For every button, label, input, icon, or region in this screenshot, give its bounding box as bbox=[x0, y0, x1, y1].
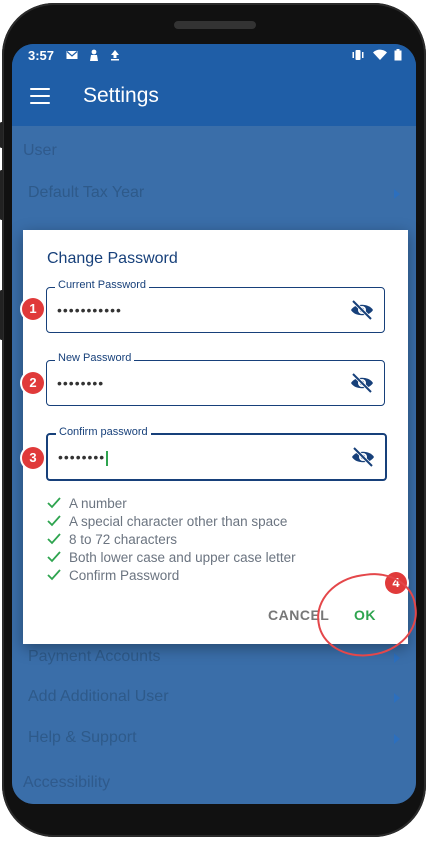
check-icon bbox=[47, 515, 61, 527]
password-requirements: A number A special character other than … bbox=[47, 494, 296, 584]
check-icon bbox=[47, 533, 61, 545]
settings-item-label: Help & Support bbox=[28, 729, 137, 746]
settings-item-label: Add Additional User bbox=[28, 688, 169, 705]
status-bar: 3:57 bbox=[12, 44, 416, 68]
settings-item-help-support[interactable]: Help & Support bbox=[12, 719, 416, 759]
field-label: New Password bbox=[55, 352, 135, 364]
chevron-right-icon bbox=[394, 693, 400, 703]
requirement-item: Both lower case and upper case letter bbox=[47, 548, 296, 566]
eye-off-icon[interactable] bbox=[350, 372, 374, 394]
settings-item-label: Default Tax Year bbox=[28, 184, 145, 201]
status-time: 3:57 bbox=[28, 48, 55, 63]
wifi-icon bbox=[373, 49, 387, 60]
confirm-password-field[interactable]: Confirm password •••••••• bbox=[46, 426, 387, 481]
menu-icon[interactable] bbox=[30, 88, 50, 104]
phone-speaker bbox=[174, 21, 256, 29]
vibrate-icon bbox=[352, 50, 364, 60]
annotation-badge: 2 bbox=[22, 372, 44, 394]
field-label: Confirm password bbox=[56, 426, 151, 438]
annotation-badge: 1 bbox=[22, 298, 44, 320]
dialog-title: Change Password bbox=[47, 250, 178, 267]
field-value: ••••••••••• bbox=[57, 302, 122, 318]
section-header-accessibility: Accessibility bbox=[23, 774, 111, 791]
requirement-item: A number bbox=[47, 494, 296, 512]
text-cursor bbox=[106, 450, 109, 466]
eye-off-icon[interactable] bbox=[350, 299, 374, 321]
chevron-right-icon bbox=[394, 734, 400, 744]
check-icon bbox=[47, 497, 61, 509]
mail-icon bbox=[66, 51, 78, 59]
chevron-right-icon bbox=[394, 189, 400, 199]
settings-item-add-additional-user[interactable]: Add Additional User bbox=[12, 678, 416, 718]
requirement-item: A special character other than space bbox=[47, 512, 296, 530]
check-icon bbox=[47, 569, 61, 581]
chevron-right-icon bbox=[394, 653, 400, 663]
requirement-item: 8 to 72 characters bbox=[47, 530, 296, 548]
requirement-item: Confirm Password bbox=[47, 566, 296, 584]
settings-item-label: Payment Accounts bbox=[28, 648, 161, 665]
field-value: •••••••• bbox=[58, 449, 109, 466]
person-icon bbox=[90, 49, 98, 61]
field-label: Current Password bbox=[55, 279, 150, 291]
current-password-field[interactable]: Current Password ••••••••••• bbox=[46, 279, 385, 333]
check-icon bbox=[47, 551, 61, 563]
new-password-field[interactable]: New Password •••••••• bbox=[46, 352, 385, 406]
section-header-user: User bbox=[23, 142, 57, 159]
eye-off-icon[interactable] bbox=[351, 446, 375, 468]
upload-icon bbox=[111, 50, 119, 61]
phone-button bbox=[0, 122, 3, 148]
battery-icon bbox=[394, 49, 402, 61]
phone-button bbox=[0, 170, 3, 220]
page-title: Settings bbox=[83, 84, 159, 107]
phone-button bbox=[0, 290, 3, 340]
settings-item-default-tax-year[interactable]: Default Tax Year bbox=[12, 174, 416, 214]
field-value: •••••••• bbox=[57, 375, 105, 391]
annotation-badge: 3 bbox=[22, 447, 44, 469]
app-bar: Settings bbox=[12, 68, 416, 126]
